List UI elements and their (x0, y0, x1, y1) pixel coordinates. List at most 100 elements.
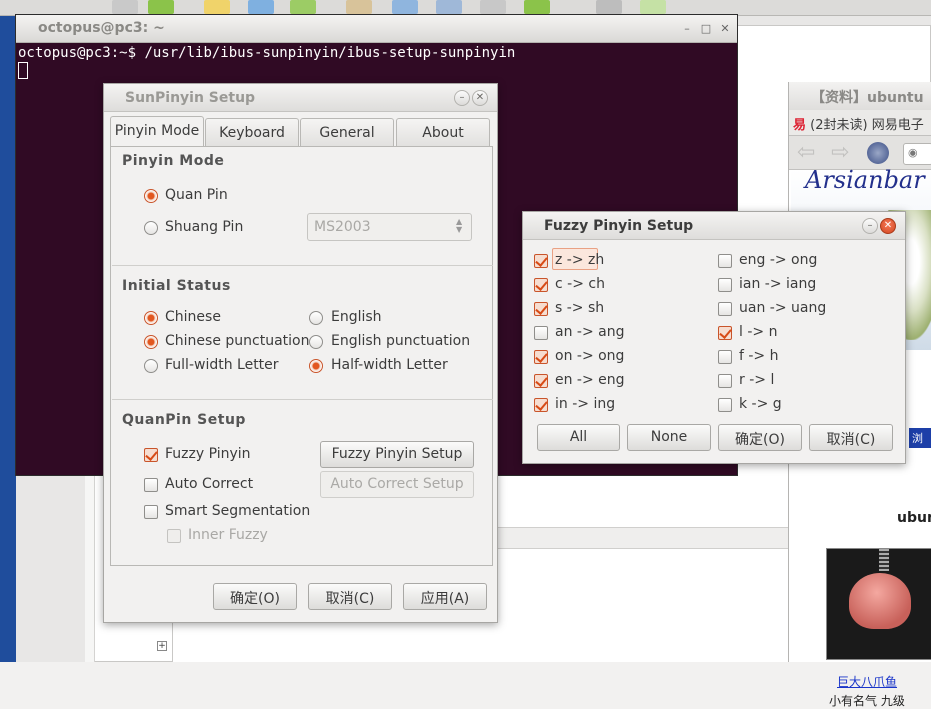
chinese-radio[interactable] (144, 311, 158, 325)
sunpinyin-titlebar[interactable]: SunPinyin Setup – ✕ (104, 84, 497, 112)
chinese-label[interactable]: Chinese (165, 309, 221, 325)
toolbar-export-icon[interactable] (248, 0, 274, 14)
minimize-icon[interactable]: – (680, 22, 694, 36)
section-heading: ubuntu (897, 510, 931, 526)
select-none-button[interactable]: None (627, 424, 711, 451)
tab-about[interactable]: About (396, 118, 490, 146)
right-fuzzy-option-label[interactable]: ian -> iang (739, 276, 816, 292)
close-icon[interactable]: ✕ (880, 218, 896, 234)
right-fuzzy-option-checkbox[interactable] (718, 278, 732, 292)
tab-pinyin-mode[interactable]: Pinyin Mode (110, 116, 204, 147)
shuang-pin-radio[interactable] (144, 221, 158, 235)
english-radio[interactable] (309, 311, 323, 325)
browse-link[interactable]: 浏览 (909, 428, 931, 461)
full-width-radio[interactable] (144, 359, 158, 373)
left-fuzzy-option-checkbox[interactable] (534, 398, 548, 412)
left-fuzzy-option-label[interactable]: c -> ch (555, 276, 605, 292)
maximize-icon[interactable]: □ (699, 22, 713, 36)
auto-correct-label[interactable]: Auto Correct (165, 476, 253, 492)
right-fuzzy-option-label[interactable]: eng -> ong (739, 252, 817, 268)
smart-segmentation-checkbox[interactable] (144, 505, 158, 519)
left-fuzzy-option-checkbox[interactable] (534, 326, 548, 340)
select-all-button[interactable]: All (537, 424, 620, 451)
full-width-label[interactable]: Full-width Letter (165, 357, 279, 373)
url-bar[interactable]: ◉ (903, 143, 931, 165)
right-fuzzy-option-checkbox[interactable] (718, 398, 732, 412)
right-fuzzy-option-checkbox[interactable] (718, 326, 732, 340)
back-arrow-icon[interactable]: ⇦ (797, 140, 815, 165)
toolbar-sql-icon[interactable] (346, 0, 372, 14)
half-width-label[interactable]: Half-width Letter (331, 357, 448, 373)
ok-button[interactable]: 确定(O) (718, 424, 802, 451)
auto-correct-setup-button[interactable]: Auto Correct Setup (320, 471, 474, 498)
history-icon[interactable] (867, 142, 889, 164)
left-fuzzy-option-checkbox[interactable] (534, 254, 548, 268)
browser-tab[interactable]: 易 (2封未读) 网易电子 (789, 110, 931, 136)
right-fuzzy-option-label[interactable]: f -> h (739, 348, 778, 364)
fuzzy-pinyin-label[interactable]: Fuzzy Pinyin (165, 446, 251, 462)
left-fuzzy-option-checkbox[interactable] (534, 302, 548, 316)
fuzzy-pinyin-setup-dialog: Fuzzy Pinyin Setup – ✕ All None 确定(O) 取消… (522, 211, 906, 464)
toolbar-help-icon[interactable] (640, 0, 666, 14)
fuzzy-pinyin-checkbox[interactable] (144, 448, 158, 462)
cancel-button[interactable]: 取消(C) (809, 424, 893, 451)
inner-fuzzy-label[interactable]: Inner Fuzzy (188, 527, 268, 543)
tab-keyboard[interactable]: Keyboard (205, 118, 299, 146)
shuang-pin-label[interactable]: Shuang Pin (165, 219, 243, 235)
english-punctuation-radio[interactable] (309, 335, 323, 349)
right-fuzzy-option-label[interactable]: r -> l (739, 372, 774, 388)
chinese-punctuation-radio[interactable] (144, 335, 158, 349)
left-fuzzy-option-checkbox[interactable] (534, 278, 548, 292)
right-fuzzy-option-label[interactable]: k -> g (739, 396, 782, 412)
left-fuzzy-option-label[interactable]: an -> ang (555, 324, 624, 340)
fuzzy-titlebar[interactable]: Fuzzy Pinyin Setup – ✕ (523, 212, 905, 240)
left-fuzzy-option-label[interactable]: in -> ing (555, 396, 615, 412)
minimize-icon[interactable]: – (862, 218, 878, 234)
toolbar-doc-icon[interactable] (204, 0, 230, 14)
apply-button[interactable]: 应用(A) (403, 583, 487, 610)
toolbar-puzzle-icon[interactable] (524, 0, 550, 14)
right-fuzzy-option-checkbox[interactable] (718, 254, 732, 268)
forward-arrow-icon[interactable]: ⇨ (831, 140, 849, 165)
browser-navbar: ⇦ ⇨ ◉ (789, 136, 931, 170)
right-fuzzy-option-label[interactable]: uan -> uang (739, 300, 826, 316)
ok-button[interactable]: 确定(O) (213, 583, 297, 610)
smart-segmentation-label[interactable]: Smart Segmentation (165, 503, 310, 519)
tab-general[interactable]: General (300, 118, 394, 146)
right-fuzzy-option-label[interactable]: l -> n (739, 324, 777, 340)
quan-pin-label[interactable]: Quan Pin (165, 187, 228, 203)
english-punctuation-label[interactable]: English punctuation (331, 333, 470, 349)
left-fuzzy-option-label[interactable]: s -> sh (555, 300, 604, 316)
minimize-icon[interactable]: – (454, 90, 470, 106)
cancel-button[interactable]: 取消(C) (308, 583, 392, 610)
fuzzy-pinyin-setup-button[interactable]: Fuzzy Pinyin Setup (320, 441, 474, 468)
left-fuzzy-option-label[interactable]: en -> eng (555, 372, 625, 388)
right-fuzzy-option-checkbox[interactable] (718, 302, 732, 316)
toolbar-recycle-icon[interactable] (290, 0, 316, 14)
close-icon[interactable]: ✕ (718, 22, 732, 36)
toolbar-filter-icon[interactable] (436, 0, 462, 14)
half-width-radio[interactable] (309, 359, 323, 373)
inner-fuzzy-checkbox[interactable] (167, 529, 181, 543)
left-fuzzy-option-checkbox[interactable] (534, 350, 548, 364)
toolbar-gear-icon[interactable] (596, 0, 622, 14)
toolbar-refresh-icon[interactable] (148, 0, 174, 14)
toolbar-tool-icon[interactable] (112, 0, 138, 14)
terminal-titlebar[interactable]: octopus@pc3: ~ – □ ✕ (16, 15, 737, 43)
left-fuzzy-option-label[interactable]: on -> ong (555, 348, 624, 364)
left-fuzzy-option-checkbox[interactable] (534, 374, 548, 388)
right-fuzzy-option-checkbox[interactable] (718, 350, 732, 364)
quan-pin-radio[interactable] (144, 189, 158, 203)
expand-plus-icon[interactable]: + (157, 641, 167, 651)
background-scrollbar[interactable] (495, 527, 789, 549)
toolbar-wrench-icon[interactable] (480, 0, 506, 14)
chinese-punctuation-label[interactable]: Chinese punctuation (165, 333, 309, 349)
close-icon[interactable]: ✕ (472, 90, 488, 106)
english-label[interactable]: English (331, 309, 382, 325)
left-fuzzy-option-label[interactable]: z -> zh (555, 252, 604, 268)
right-fuzzy-option-checkbox[interactable] (718, 374, 732, 388)
user-name-link[interactable]: 巨大八爪鱼 (837, 673, 897, 690)
toolbar-table-icon[interactable] (392, 0, 418, 14)
octopus-avatar[interactable] (826, 548, 931, 660)
auto-correct-checkbox[interactable] (144, 478, 158, 492)
